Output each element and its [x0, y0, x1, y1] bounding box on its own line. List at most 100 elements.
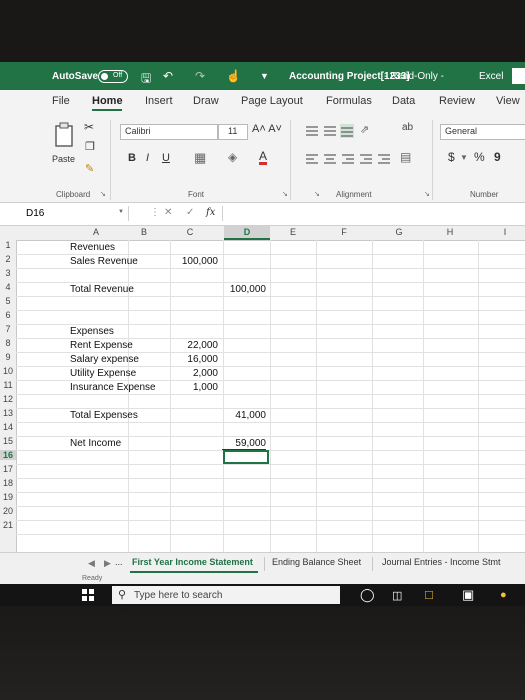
sheet-tab-ending-balance-sheet[interactable]: Ending Balance Sheet	[272, 557, 361, 567]
cell-a1[interactable]: Revenues	[70, 242, 115, 253]
cell-a4[interactable]: Total Revenue	[70, 284, 134, 295]
fill-color-icon[interactable]: ◈	[228, 150, 237, 164]
row-header[interactable]: 14	[0, 422, 16, 432]
tab-view[interactable]: View	[496, 95, 520, 107]
wrap-text-icon[interactable]: ab	[402, 122, 413, 133]
row-header[interactable]: 13	[0, 408, 16, 418]
paste-label[interactable]: Paste	[52, 154, 75, 164]
sheet-tab-journal-entries[interactable]: Journal Entries - Income Stmt	[382, 557, 501, 567]
underline-button[interactable]: U	[162, 152, 170, 164]
horizontal-align-icons[interactable]	[306, 152, 392, 166]
prev-sheet-icon[interactable]: ◀	[88, 558, 95, 569]
redo-icon[interactable]: ↷	[195, 69, 205, 83]
row-header[interactable]: 8	[0, 338, 16, 348]
tab-formulas[interactable]: Formulas	[326, 95, 372, 107]
column-header-a[interactable]: A	[86, 227, 106, 237]
number-format-dropdown[interactable]: General	[440, 124, 525, 140]
cell-a15[interactable]: Net Income	[70, 438, 121, 449]
selected-cell-d16[interactable]	[223, 450, 269, 464]
tab-home[interactable]: Home	[92, 95, 123, 107]
alignment-launcher-icon-2[interactable]: ↘	[424, 190, 430, 198]
undo-icon[interactable]: ↶	[163, 69, 173, 83]
column-header-f[interactable]: F	[334, 227, 354, 237]
cancel-icon[interactable]: ✕	[164, 207, 172, 218]
next-sheet-icon[interactable]: ▶	[104, 558, 111, 569]
file-explorer-icon[interactable]: □	[425, 587, 433, 602]
taskbar-search-box[interactable]: ⚲ Type here to search	[112, 586, 340, 604]
insert-function-icon[interactable]: fx	[206, 207, 215, 218]
tab-insert[interactable]: Insert	[145, 95, 173, 107]
customize-toolbar-icon[interactable]: ▼	[260, 71, 269, 81]
task-view-icon[interactable]: ◫	[392, 589, 402, 602]
cell-c10[interactable]: 2,000	[174, 368, 218, 379]
name-box[interactable]: D16 ▼	[22, 206, 129, 221]
column-header-d[interactable]: D	[237, 227, 257, 237]
cut-icon[interactable]: ✂	[84, 120, 94, 134]
copy-icon[interactable]: ❐	[85, 140, 95, 153]
format-painter-icon[interactable]: ✎	[85, 162, 94, 175]
clipboard-launcher-icon[interactable]: ↘	[100, 190, 106, 198]
row-header[interactable]: 3	[0, 268, 16, 278]
row-header[interactable]: 9	[0, 352, 16, 362]
cell-d15[interactable]: 59,000	[222, 438, 266, 450]
formula-input[interactable]	[222, 206, 523, 221]
enter-icon[interactable]: ✓	[186, 207, 194, 218]
chevron-down-icon[interactable]: ▼	[460, 153, 468, 162]
alignment-launcher-icon[interactable]: ↘	[314, 190, 320, 198]
cell-c8[interactable]: 22,000	[174, 340, 218, 351]
autosave-toggle[interactable]: Off	[98, 70, 128, 83]
column-header-i[interactable]: I	[495, 227, 515, 237]
row-header[interactable]: 10	[0, 366, 16, 376]
bold-button[interactable]: B	[128, 152, 136, 164]
currency-button[interactable]: $	[448, 150, 455, 164]
cell-a10[interactable]: Utility Expense	[70, 368, 136, 379]
row-header[interactable]: 6	[0, 310, 16, 320]
row-header[interactable]: 20	[0, 506, 16, 516]
worksheet-grid[interactable]: A B C D E F G H I 1 2 3 4 5 6 7 8 9 10 1…	[0, 226, 525, 552]
tab-draw[interactable]: Draw	[193, 95, 219, 107]
comma-style-button[interactable]: 9	[494, 150, 501, 164]
row-header[interactable]: 18	[0, 478, 16, 488]
column-header-e[interactable]: E	[283, 227, 303, 237]
font-size-grow-shrink[interactable]: A˄ A˅	[252, 123, 282, 135]
store-icon[interactable]: ▣	[462, 587, 474, 603]
row-header[interactable]: 2	[0, 254, 16, 264]
cell-c11[interactable]: 1,000	[174, 382, 218, 393]
sheet-tab-first-year-income-statement[interactable]: First Year Income Statement	[132, 557, 253, 567]
font-launcher-icon[interactable]: ↘	[282, 190, 288, 198]
row-header[interactable]: 1	[0, 240, 16, 250]
row-header[interactable]: 19	[0, 492, 16, 502]
tab-page-layout[interactable]: Page Layout	[241, 95, 303, 107]
cell-a13[interactable]: Total Expenses	[70, 410, 138, 421]
percent-button[interactable]: %	[474, 150, 485, 164]
touch-mode-icon[interactable]: ☝	[226, 69, 241, 83]
row-header[interactable]: 17	[0, 464, 16, 474]
font-name-dropdown[interactable]: Calibri	[120, 124, 218, 140]
row-header[interactable]: 21	[0, 520, 16, 530]
row-header[interactable]: 12	[0, 394, 16, 404]
row-header[interactable]: 7	[0, 324, 16, 334]
italic-button[interactable]: I	[146, 152, 149, 164]
cell-a11[interactable]: Insurance Expense	[70, 382, 156, 393]
font-size-dropdown[interactable]: 11	[218, 124, 248, 140]
cell-a7[interactable]: Expenses	[70, 326, 114, 337]
column-header-b[interactable]: B	[134, 227, 154, 237]
window-control-box[interactable]	[512, 68, 525, 84]
cell-d4[interactable]: 100,000	[222, 284, 266, 295]
tab-data[interactable]: Data	[392, 95, 415, 107]
font-color-button[interactable]: A	[259, 150, 268, 165]
orientation-icon[interactable]: ⇗	[360, 123, 369, 136]
windows-start-icon[interactable]	[82, 589, 94, 601]
cortana-icon[interactable]: ◯	[360, 587, 375, 603]
row-header[interactable]: 5	[0, 296, 16, 306]
notification-badge-icon[interactable]: ●	[500, 589, 507, 601]
save-icon[interactable]: 🖫	[141, 69, 151, 90]
column-header-c[interactable]: C	[180, 227, 200, 237]
cell-a2[interactable]: Sales Revenue	[70, 256, 138, 267]
column-header-h[interactable]: H	[440, 227, 460, 237]
sheets-overflow[interactable]: ...	[115, 557, 123, 567]
cell-c9[interactable]: 16,000	[174, 354, 218, 365]
cell-a9[interactable]: Salary expense	[70, 354, 139, 365]
merge-center-icon[interactable]: ▤	[400, 150, 411, 164]
tab-review[interactable]: Review	[439, 95, 475, 107]
